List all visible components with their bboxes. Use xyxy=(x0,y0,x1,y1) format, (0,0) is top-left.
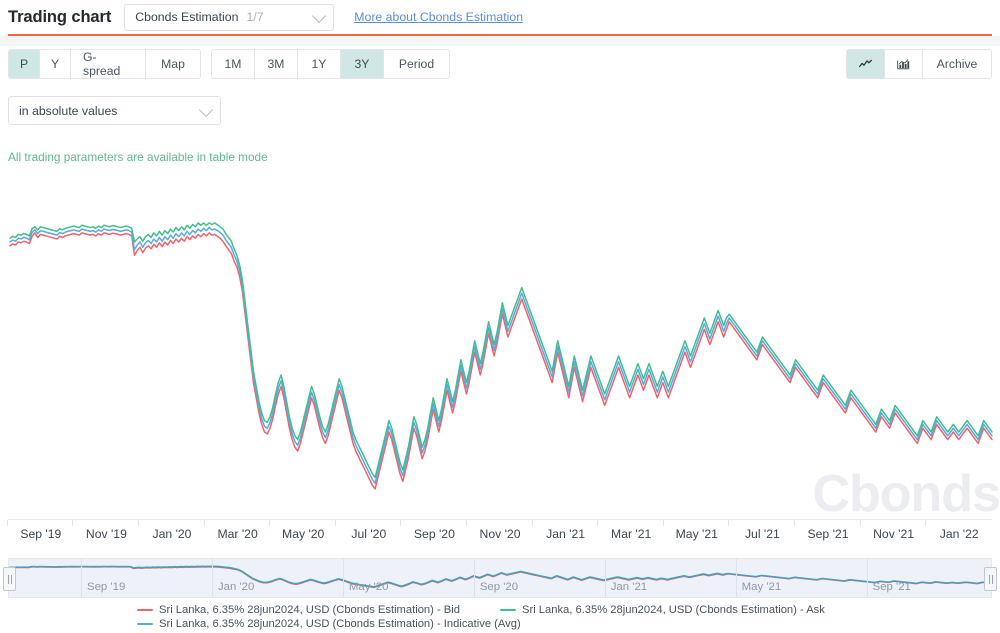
legend-swatch-indicative xyxy=(137,623,153,625)
navigator-gridline xyxy=(342,559,344,597)
navigator-right-handle[interactable] xyxy=(984,567,997,591)
chart-toolbar: P Y G-spread Map 1M 3M 1Y 3Y Period Arch… xyxy=(0,46,1000,82)
x-axis-tick xyxy=(531,520,533,526)
navigator-gridline xyxy=(735,559,737,597)
x-axis-tick-label: Nov '19 xyxy=(85,527,127,541)
table-mode-note: All trading parameters are available in … xyxy=(8,150,268,164)
x-axis-tick xyxy=(925,520,927,526)
navigator-tick-label: Sep '21 xyxy=(872,581,911,593)
navigator-left-handle[interactable] xyxy=(3,567,16,591)
candlestick-chart-icon xyxy=(897,59,910,70)
cbonds-watermark: Cbonds xyxy=(812,465,1000,523)
x-axis-tick-label: Nov '20 xyxy=(479,527,521,541)
range-button-1m[interactable]: 1M xyxy=(211,49,254,79)
x-axis-tick xyxy=(859,520,861,526)
range-button-period[interactable]: Period xyxy=(383,49,450,79)
x-axis-tick-label: Nov '21 xyxy=(873,527,915,541)
legend-swatch-bid xyxy=(137,609,153,611)
x-axis-tick xyxy=(466,520,467,526)
metric-button-p[interactable]: P xyxy=(8,49,39,79)
archive-button[interactable]: Archive xyxy=(922,49,992,79)
x-axis-tick xyxy=(728,520,730,526)
estimation-source-value: Cbonds Estimation xyxy=(135,10,239,24)
metric-button-y[interactable]: Y xyxy=(39,49,70,79)
view-button-group: Archive xyxy=(846,49,992,79)
x-axis-tick-label: Jul '21 xyxy=(744,527,780,541)
navigator-tick-label: May '21 xyxy=(741,581,782,593)
navigator-gridline xyxy=(81,559,82,597)
range-button-1y[interactable]: 1Y xyxy=(297,49,340,79)
more-about-link[interactable]: More about Cbonds Estimation xyxy=(354,10,523,24)
estimation-source-counter: 1/7 xyxy=(246,10,264,24)
x-axis-tick-label: Jan '21 xyxy=(546,527,586,541)
widget-header: Trading chart Cbonds Estimation 1/7 More… xyxy=(0,0,1000,34)
navigator-tick-label: Sep '20 xyxy=(479,581,519,593)
legend-item-ask[interactable]: Sri Lanka, 6.35% 28jun2024, USD (Cbonds … xyxy=(500,604,825,616)
header-under-band xyxy=(0,36,1000,46)
trading-chart-widget: Trading chart Cbonds Estimation 1/7 More… xyxy=(0,0,1000,633)
navigator-tick-label: Jan '20 xyxy=(217,581,255,593)
candlestick-chart-view-button[interactable] xyxy=(884,49,922,79)
x-axis-tick-label: Jul '20 xyxy=(351,527,387,541)
chart-legend: Sri Lanka, 6.35% 28jun2024, USD (Cbonds … xyxy=(0,602,1000,633)
x-axis-tick xyxy=(794,520,795,526)
navigator-tick-label: May '20 xyxy=(348,581,389,593)
range-button-3y[interactable]: 3Y xyxy=(340,49,383,79)
x-axis-tick xyxy=(138,520,139,526)
legend-item-indicative[interactable]: Sri Lanka, 6.35% 28jun2024, USD (Cbonds … xyxy=(137,618,521,630)
page-title: Trading chart xyxy=(8,7,112,26)
navigator-tick-label: Jan '21 xyxy=(610,581,648,593)
x-axis-tick xyxy=(203,520,205,526)
range-navigator[interactable]: Sep '19 Jan '20 May '20 Sep '20 Jan '21 May '… xyxy=(3,558,997,598)
legend-label-bid: Sri Lanka, 6.35% 28jun2024, USD (Cbonds … xyxy=(159,604,460,616)
legend-label-indicative: Sri Lanka, 6.35% 28jun2024, USD (Cbonds … xyxy=(159,618,521,630)
x-axis-tick-label: May '20 xyxy=(282,527,325,541)
x-axis-tick xyxy=(662,520,664,526)
x-axis-tick xyxy=(334,520,336,526)
x-axis-tick xyxy=(6,520,8,526)
range-button-group: 1M 3M 1Y 3Y Period xyxy=(211,49,450,79)
chart-series-line xyxy=(9,222,993,479)
range-button-3m[interactable]: 3M xyxy=(254,49,297,79)
x-axis-tick-label: Jan '22 xyxy=(939,527,979,541)
navigator-gridline xyxy=(211,559,213,597)
chevron-down-icon xyxy=(198,102,214,117)
x-axis-tick-label: Mar '20 xyxy=(217,527,258,541)
x-axis-tick-label: May '21 xyxy=(675,527,718,541)
navigator-gridline xyxy=(473,559,475,597)
line-chart-view-button[interactable] xyxy=(846,49,884,79)
x-axis-tick xyxy=(72,520,74,526)
legend-label-ask: Sri Lanka, 6.35% 28jun2024, USD (Cbonds … xyxy=(522,604,825,616)
legend-item-bid[interactable]: Sri Lanka, 6.35% 28jun2024, USD (Cbonds … xyxy=(137,604,460,616)
legend-swatch-ask xyxy=(500,609,516,611)
chart-series-line xyxy=(9,226,993,485)
navigator-gridline xyxy=(604,559,606,597)
x-axis-tick-label: Sep '20 xyxy=(413,527,455,541)
x-axis-tick xyxy=(400,520,402,526)
x-axis-tick xyxy=(597,520,599,526)
chart-series-line xyxy=(9,232,993,490)
metric-button-g-spread[interactable]: G-spread xyxy=(70,49,145,79)
estimation-source-select[interactable]: Cbonds Estimation 1/7 xyxy=(124,3,335,31)
x-axis-tick xyxy=(269,520,271,526)
value-mode-select[interactable]: in absolute values xyxy=(8,96,221,125)
value-mode-value: in absolute values xyxy=(19,103,118,118)
chart-area: Cbonds Sep '19 Nov '19 Jan '20 Mar '20 May '… xyxy=(0,186,1000,541)
navigator-gridline xyxy=(866,559,868,597)
x-axis-ticks: Sep '19 Nov '19 Jan '20 Mar '20 May '20 Jul '… xyxy=(0,520,1000,542)
x-axis-tick-label: Mar '21 xyxy=(611,527,652,541)
chevron-down-icon xyxy=(312,8,327,24)
navigator-tick-label: Sep '19 xyxy=(87,581,126,593)
x-axis-tick-label: Jan '20 xyxy=(152,527,192,541)
x-axis-tick-label: Sep '19 xyxy=(20,527,62,541)
line-chart-icon xyxy=(859,59,872,68)
metric-button-map[interactable]: Map xyxy=(145,49,201,79)
x-axis-tick-label: Sep '21 xyxy=(807,527,849,541)
metric-button-group: P Y G-spread Map xyxy=(8,49,201,79)
